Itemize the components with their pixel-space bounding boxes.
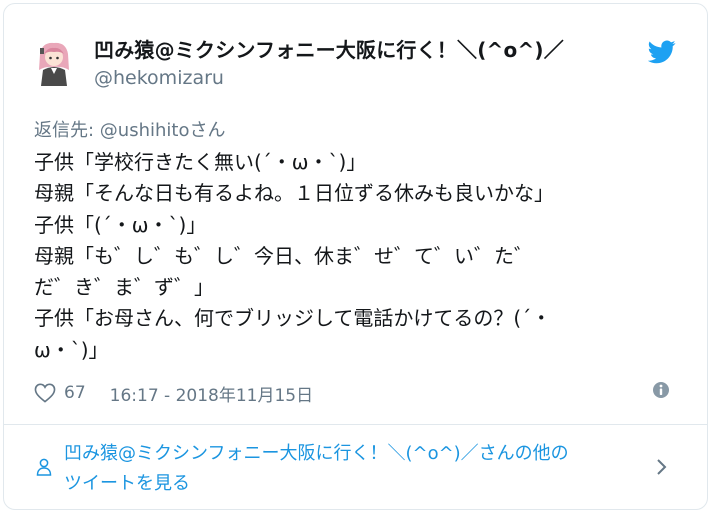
more-tweets-line: ツイートを見る — [64, 473, 190, 494]
tweet-text-line: 子供「お母さん、何でブリッジして電話かけてるの？(´・ — [34, 306, 552, 331]
info-icon[interactable] — [652, 381, 670, 399]
tweet-timestamp[interactable]: 16:17 - 2018年11月15日 — [110, 381, 313, 406]
reply-suffix: さん — [189, 120, 226, 141]
tweet-meta: 67 16:17 - 2018年11月15日 — [34, 379, 674, 407]
more-tweets-text[interactable]: 凹み猿@ミクシンフォニー大阪に行く！＼(^o^)／さんの他の ツイートを見る — [64, 439, 644, 499]
tweet-header: 凹み猿@ミクシンフォニー大阪に行く！＼(^o^)／ @hekomizaru — [4, 4, 707, 104]
tweet-text-line: 母親「も゛し゛も゛し゛今日、休ま゛せ゛て゛い゛た゛ — [34, 243, 534, 268]
twitter-bird-icon[interactable] — [648, 40, 676, 64]
tweet-text: 子供「学校行きたく無い(´・ω・`)」 母親「そんな日も有るよね。１日位ずる休み… — [34, 147, 654, 366]
reply-mention-link[interactable]: @ushihito — [100, 120, 190, 141]
like-count: 67 — [64, 383, 86, 403]
tweet-text-line: だ゛き゛ま゛ず゛」 — [34, 275, 214, 300]
tweet-card: 凹み猿@ミクシンフォニー大阪に行く！＼(^o^)／ @hekomizaru 返信… — [3, 3, 708, 510]
author-display-name[interactable]: 凹み猿@ミクシンフォニー大阪に行く！＼(^o^)／ — [94, 34, 564, 63]
author-handle[interactable]: @hekomizaru — [94, 67, 224, 89]
avatar-icon[interactable] — [34, 40, 74, 88]
more-tweets-link[interactable]: 凹み猿@ミクシンフォニー大阪に行く！＼(^o^)／さんの他の ツイートを見る — [4, 425, 707, 509]
reply-to-line: 返信先: @ushihitoさん — [34, 116, 225, 142]
more-tweets-line: 凹み猿@ミクシンフォニー大阪に行く！＼(^o^)／さんの他の — [64, 443, 569, 464]
tweet-text-line: 母親「そんな日も有るよね。１日位ずる休みも良いかな」 — [34, 181, 554, 206]
chevron-right-icon — [657, 459, 667, 475]
heart-icon[interactable] — [34, 383, 56, 403]
tweet-text-line: ω・`)」 — [34, 337, 109, 362]
person-icon — [36, 458, 52, 476]
tweet-text-line: 子供「学校行きたく無い(´・ω・`)」 — [34, 150, 367, 174]
tweet-text-line: 子供「(´・ω・`)」 — [34, 212, 207, 237]
reply-prefix: 返信先: — [34, 120, 100, 141]
